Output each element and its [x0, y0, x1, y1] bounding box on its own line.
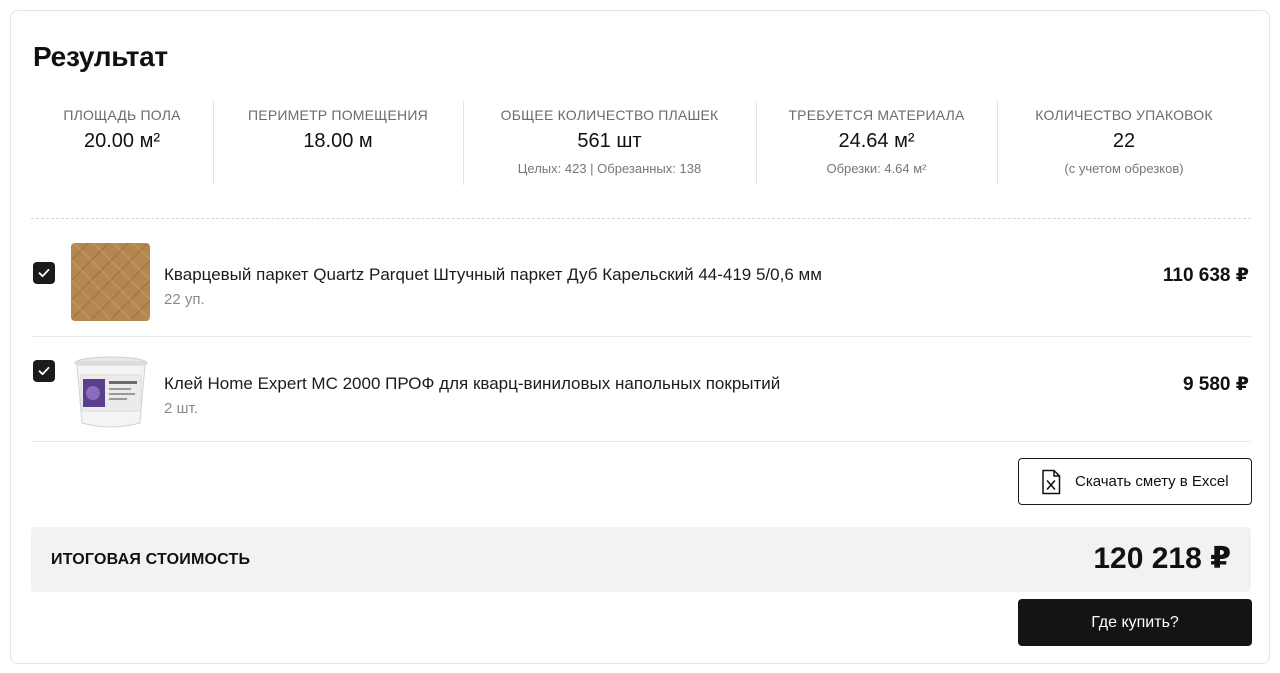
stat-value: 18.00 м: [303, 130, 373, 152]
stat-label: Общее количество плашек: [500, 107, 719, 123]
product-image-parquet: [71, 243, 150, 321]
total-value: 120 218 ₽: [1093, 542, 1231, 575]
product-image-glue-bucket: [71, 353, 150, 431]
item-checkbox[interactable]: [33, 262, 55, 284]
item-name: Клей Home Expert MC 2000 ПРОФ для кварц-…: [164, 374, 781, 393]
stats-row: Площадь пола 20.00 м² Периметр помещения…: [31, 101, 1251, 185]
total-label: Итоговая стоимость: [51, 551, 251, 568]
page-title: Результат: [33, 41, 168, 72]
excel-file-icon: [1042, 469, 1061, 494]
stat-sub: Обрезки: 4.64 м²: [826, 161, 927, 176]
result-card: Результат Площадь пола 20.00 м² Периметр…: [10, 10, 1270, 664]
stat-material-required: Требуется материала 24.64 м² Обрезки: 4.…: [756, 101, 997, 185]
download-excel-button[interactable]: Скачать смету в Excel: [1018, 458, 1252, 505]
item-name: Кварцевый паркет Quartz Parquet Штучный …: [164, 265, 822, 284]
stat-value: 20.00 м²: [83, 130, 160, 152]
check-icon: [38, 268, 50, 278]
check-icon: [38, 366, 50, 376]
stat-sub: Целых: 423 | Обрезанных: 138: [517, 161, 702, 176]
item-price: 9 580 ₽: [1182, 374, 1249, 395]
list-item: Кварцевый паркет Quartz Parquet Штучный …: [31, 235, 1251, 337]
stat-label: Требуется материала: [788, 107, 965, 123]
stat-label: Площадь пола: [63, 107, 181, 123]
stat-value: 561 шт: [577, 130, 642, 152]
stat-label: Количество упаковок: [1035, 107, 1213, 123]
item-price: 110 638 ₽: [1162, 265, 1249, 286]
item-quantity: 22 уп.: [164, 291, 205, 308]
stat-package-count: Количество упаковок 22 (с учетом обрезко…: [997, 101, 1251, 185]
download-excel-label: Скачать смету в Excel: [1075, 473, 1229, 490]
item-checkbox[interactable]: [33, 360, 55, 382]
stat-perimeter: Периметр помещения 18.00 м: [213, 101, 463, 185]
stat-value: 24.64 м²: [838, 130, 915, 152]
stat-sub: (с учетом обрезков): [1064, 161, 1184, 176]
stat-floor-area: Площадь пола 20.00 м²: [31, 101, 213, 185]
where-to-buy-button[interactable]: Где купить?: [1018, 599, 1252, 646]
item-quantity: 2 шт.: [164, 400, 198, 417]
list-item: Клей Home Expert MC 2000 ПРОФ для кварц-…: [31, 338, 1251, 442]
stat-label: Периметр помещения: [248, 107, 428, 123]
stat-plank-count: Общее количество плашек 561 шт Целых: 42…: [463, 101, 756, 185]
total-panel: Итоговая стоимость 120 218 ₽: [31, 527, 1251, 592]
dashed-divider: [31, 218, 1251, 219]
stat-value: 22: [1112, 130, 1136, 152]
